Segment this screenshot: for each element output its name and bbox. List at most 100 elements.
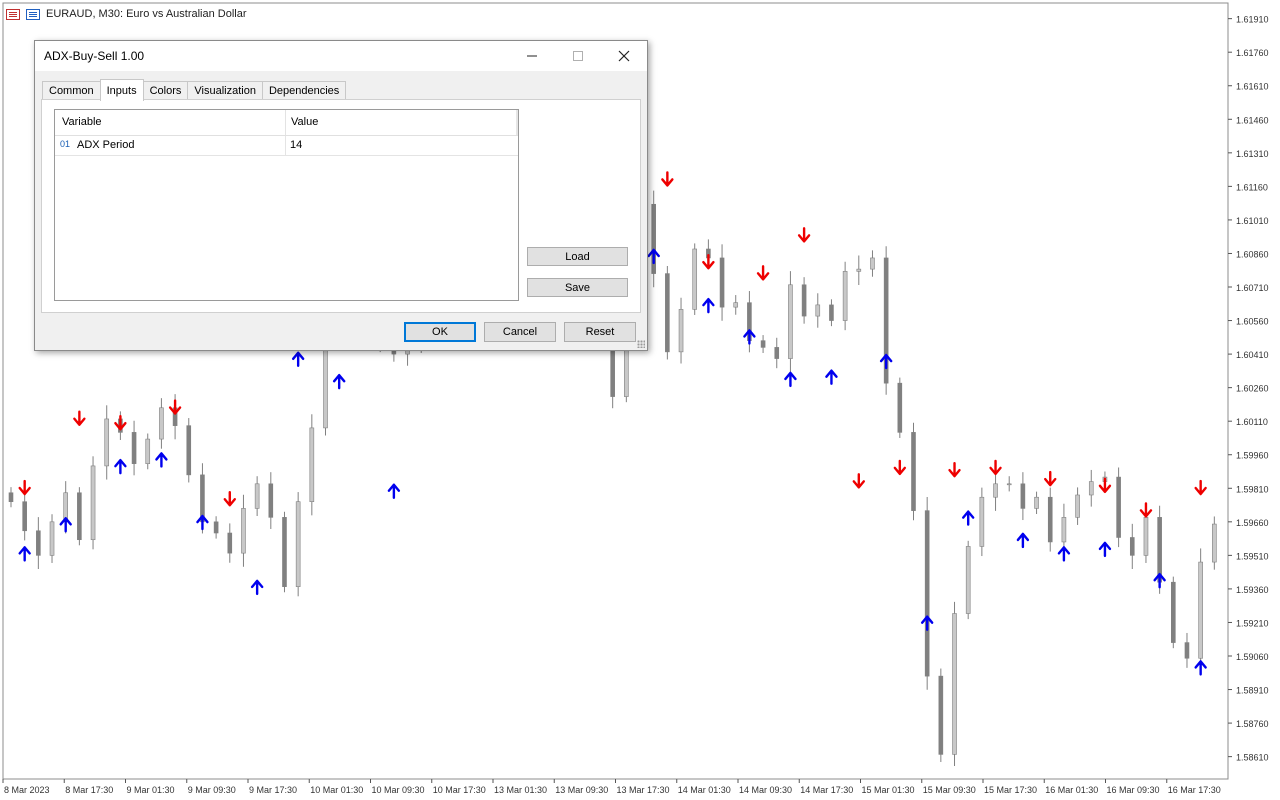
time-tick-label: 16 Mar 17:30 (1168, 785, 1221, 795)
time-tick-label: 16 Mar 09:30 (1107, 785, 1160, 795)
tab-dependencies[interactable]: Dependencies (261, 81, 347, 100)
candle-body (924, 510, 930, 677)
candle-body (1034, 496, 1039, 509)
maximize-icon[interactable] (555, 41, 601, 71)
candle-body (1184, 642, 1190, 659)
sell-arrow-icon (1044, 470, 1057, 487)
reset-button[interactable]: Reset (564, 322, 636, 342)
tab-common[interactable]: Common (42, 81, 101, 100)
candle-body (22, 501, 27, 532)
candle-body (213, 521, 219, 534)
candle-body (159, 407, 164, 440)
candle-body (760, 340, 766, 348)
candle-body (801, 284, 807, 317)
price-tick-label: 1.60560 (1236, 317, 1269, 327)
column-variable[interactable]: Variable (62, 116, 102, 128)
time-tick-label: 9 Mar 01:30 (127, 785, 175, 795)
column-value[interactable]: Value (291, 116, 318, 128)
candle-body (788, 284, 793, 359)
tab-inputs[interactable]: Inputs (99, 79, 144, 101)
candle-body (1020, 483, 1026, 509)
candle-body (1075, 494, 1080, 518)
buy-arrow-icon (1016, 532, 1030, 549)
buy-arrow-icon (387, 483, 401, 499)
sell-arrow-icon (1139, 502, 1153, 518)
time-tick-label: 14 Mar 17:30 (800, 785, 853, 795)
chart-list-icon[interactable] (6, 8, 20, 20)
time-tick-label: 10 Mar 09:30 (372, 785, 425, 795)
close-icon[interactable] (601, 41, 647, 71)
price-tick-label: 1.59360 (1236, 585, 1269, 595)
buy-arrow-icon (196, 514, 209, 531)
candle-body (870, 257, 875, 270)
sell-arrow-icon (893, 459, 907, 476)
time-tick-label: 9 Mar 09:30 (188, 785, 236, 795)
time-tick-label: 10 Mar 01:30 (310, 785, 363, 795)
price-tick-label: 1.60260 (1236, 384, 1269, 394)
column-divider[interactable] (285, 110, 286, 135)
candle-body (227, 532, 233, 554)
dialog-tabs: Common Inputs Colors Visualization Depen… (42, 79, 347, 101)
sell-arrow-icon (989, 459, 1002, 476)
chart-title: EURAUD, M30: Euro vs Australian Dollar (6, 6, 247, 22)
time-tick-label: 9 Mar 17:30 (249, 785, 297, 795)
candle-body (692, 248, 698, 310)
chart-window-icon[interactable] (26, 8, 40, 20)
table-row[interactable]: 01 ADX Period 14 (55, 136, 518, 156)
candle-body (1157, 517, 1162, 583)
candle-body (952, 613, 957, 755)
time-tick-label: 13 Mar 17:30 (617, 785, 670, 795)
candle-body (1061, 517, 1067, 543)
buy-arrow-icon (784, 371, 797, 388)
tab-colors[interactable]: Colors (142, 81, 189, 100)
candle-body (665, 273, 670, 353)
time-tick-label: 13 Mar 09:30 (555, 785, 608, 795)
price-tick-label: 1.61310 (1236, 149, 1269, 159)
candle-body (965, 546, 971, 614)
save-button[interactable]: Save (527, 278, 628, 297)
candle-body (1212, 523, 1217, 563)
price-tick-label: 1.59810 (1236, 484, 1269, 494)
time-tick-label: 13 Mar 01:30 (494, 785, 547, 795)
sell-arrow-icon (797, 227, 811, 243)
sell-arrow-icon (18, 479, 31, 496)
candle-body (295, 501, 301, 587)
candle-body (49, 521, 55, 556)
candle-body (815, 304, 821, 317)
candle-body (254, 483, 260, 509)
price-tick-label: 1.59960 (1236, 451, 1269, 461)
price-tick-label: 1.61610 (1236, 82, 1269, 92)
candle-body (829, 304, 834, 321)
candle-body (200, 474, 205, 523)
time-tick-label: 8 Mar 17:30 (65, 785, 113, 795)
price-tick-label: 1.61160 (1236, 182, 1268, 192)
sell-arrow-icon (223, 491, 236, 507)
sell-arrow-icon (661, 171, 674, 187)
candle-body (911, 432, 916, 511)
price-tick-label: 1.60860 (1236, 249, 1269, 259)
dialog-titlebar[interactable]: ADX-Buy-Sell 1.00 (35, 41, 647, 71)
candle-body (90, 465, 96, 541)
ok-button[interactable]: OK (404, 322, 476, 342)
tab-visualization[interactable]: Visualization (187, 81, 263, 100)
candle-body (186, 425, 192, 476)
sell-arrow-icon (948, 461, 961, 478)
candle-body (1143, 517, 1149, 556)
price-tick-label: 1.60710 (1236, 283, 1269, 293)
param-value[interactable]: 14 (290, 139, 302, 151)
candle-body (1129, 537, 1135, 556)
candle-body (241, 508, 246, 554)
candle-body (856, 268, 862, 272)
time-tick-label: 15 Mar 17:30 (984, 785, 1037, 795)
load-button[interactable]: Load (527, 247, 628, 266)
candle-body (733, 302, 739, 308)
buy-arrow-icon (250, 579, 264, 596)
buy-arrow-icon (1098, 541, 1112, 558)
minimize-icon[interactable] (509, 41, 555, 71)
resize-grip-icon[interactable] (637, 340, 645, 348)
sell-arrow-icon (852, 473, 865, 489)
candle-body (1116, 476, 1121, 538)
price-tick-label: 1.61460 (1236, 115, 1269, 125)
cancel-button[interactable]: Cancel (484, 322, 556, 342)
sell-arrow-icon (1098, 477, 1112, 494)
